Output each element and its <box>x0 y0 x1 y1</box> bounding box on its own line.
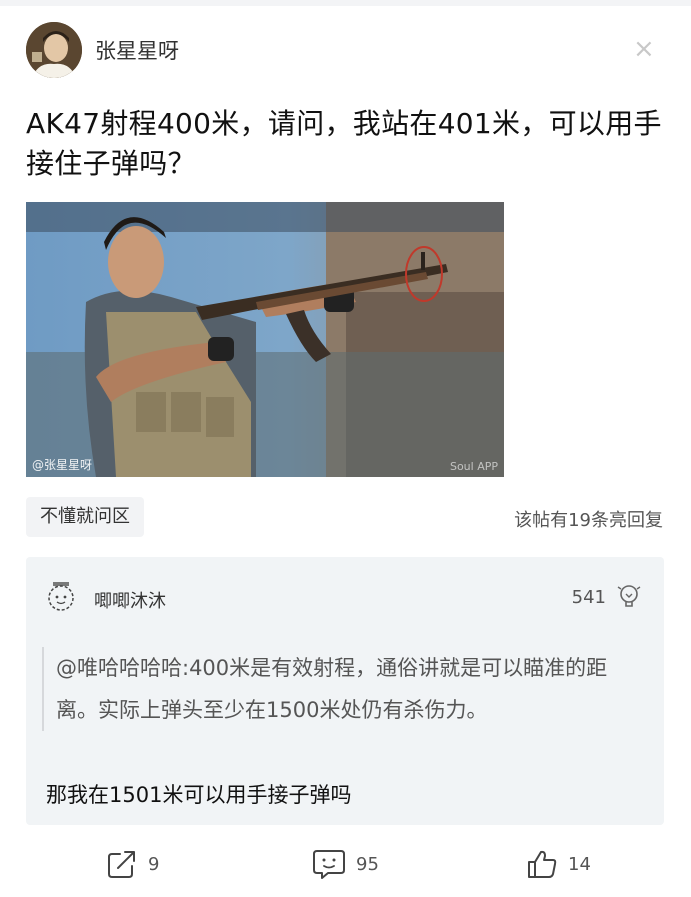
comment-icon <box>313 850 345 879</box>
author-name[interactable]: 张星星呀 <box>95 35 179 65</box>
watermark-author: @张星星呀 <box>32 458 93 472</box>
comment-button[interactable]: 95 <box>312 848 379 880</box>
top-strip <box>0 0 691 6</box>
highlight-reply-count[interactable]: 该帖有19条亮回复 <box>514 506 663 532</box>
commenter-avatar[interactable] <box>44 579 78 613</box>
close-icon[interactable]: × <box>633 36 655 62</box>
post-image-graphic <box>26 202 504 477</box>
share-icon <box>108 851 135 878</box>
comment-like-count: 541 <box>571 587 606 608</box>
topic-tag[interactable]: 不懂就问区 <box>26 497 144 537</box>
avatar-image <box>26 22 82 78</box>
post-title: AK47射程400米，请问，我站在401米，可以用手接住子弹吗？ <box>26 107 662 180</box>
comment-count: 95 <box>356 853 379 875</box>
action-bar: 9 95 14 <box>0 840 691 890</box>
share-count: 9 <box>148 853 160 875</box>
post-image[interactable]: @张星星呀 Soul APP <box>26 202 504 477</box>
highlight-comment-card[interactable]: 唧唧沐沐 541 @唯哈哈哈哈:400米是有效射程，通俗讲就是可以瞄准的距离。实… <box>26 557 664 825</box>
post-header: 张星星呀 <box>26 22 666 78</box>
watermark-app: Soul APP <box>449 460 498 473</box>
author-avatar[interactable] <box>26 22 82 78</box>
comment-reply-text: 那我在1501米可以用手接子弹吗 <box>46 783 352 807</box>
lightbulb-icon[interactable] <box>616 583 642 611</box>
like-count: 14 <box>568 853 591 875</box>
commenter-name[interactable]: 唧唧沐沐 <box>94 587 166 613</box>
like-button[interactable]: 14 <box>526 848 591 880</box>
share-button[interactable]: 9 <box>106 848 159 880</box>
thumbs-up-icon <box>528 850 557 878</box>
quoted-comment: @唯哈哈哈哈:400米是有效射程，通俗讲就是可以瞄准的距离。实际上弹头至少在15… <box>42 647 642 731</box>
